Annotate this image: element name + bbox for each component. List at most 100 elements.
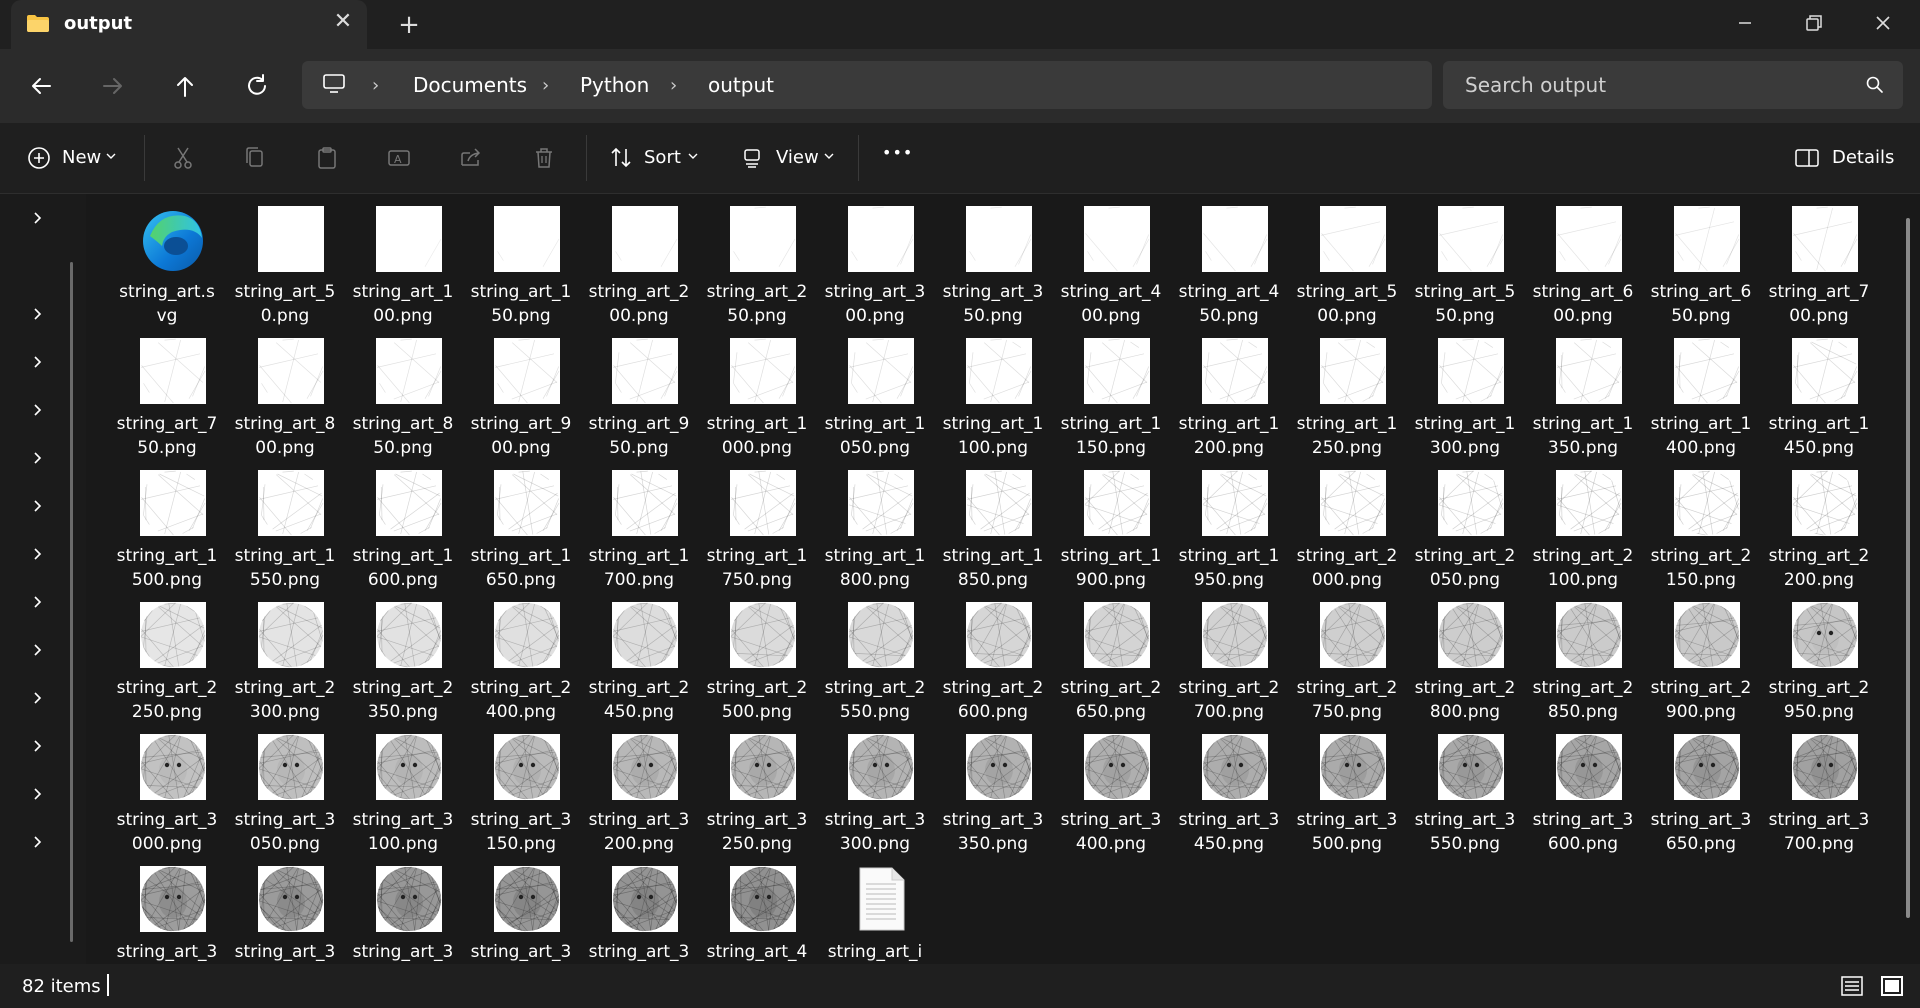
- expand-chevron-icon[interactable]: [30, 738, 46, 754]
- file-item[interactable]: string_art_3 250.png: [698, 722, 816, 854]
- file-item[interactable]: string_art_1 050.png: [816, 326, 934, 458]
- details-button[interactable]: Details: [1832, 147, 1894, 173]
- file-item[interactable]: string_art_3 100.png: [344, 722, 462, 854]
- expand-chevron-icon[interactable]: [30, 546, 46, 562]
- back-arrow-icon[interactable]: [26, 71, 56, 101]
- file-item[interactable]: string_art_2 700.png: [1170, 590, 1288, 722]
- file-item[interactable]: string_art_1 000.png: [698, 326, 816, 458]
- file-item[interactable]: string_art_2 550.png: [816, 590, 934, 722]
- file-item[interactable]: string_art_3 050.png: [226, 722, 344, 854]
- file-item[interactable]: string_art_2 800.png: [1406, 590, 1524, 722]
- rename-icon[interactable]: A: [386, 145, 412, 171]
- paste-icon[interactable]: [314, 145, 340, 171]
- tab-output[interactable]: output ✕: [11, 0, 367, 49]
- file-item[interactable]: string_art_3 350.png: [934, 722, 1052, 854]
- file-item[interactable]: string_art_2 100.png: [1524, 458, 1642, 590]
- file-item[interactable]: string_art_1 800.png: [816, 458, 934, 590]
- expand-chevron-icon[interactable]: [30, 402, 46, 418]
- expand-chevron-icon[interactable]: [30, 354, 46, 370]
- search-icon[interactable]: [1865, 75, 1885, 95]
- file-item[interactable]: string_art_1 00.png: [344, 194, 462, 326]
- new-button[interactable]: New: [62, 147, 101, 173]
- file-item[interactable]: string_art_5 0.png: [226, 194, 344, 326]
- file-item[interactable]: string_art_3: [462, 854, 580, 964]
- file-item[interactable]: string_art_2 450.png: [580, 590, 698, 722]
- content-scrollbar[interactable]: [1906, 218, 1910, 918]
- details-view-icon[interactable]: [1840, 974, 1864, 998]
- file-item[interactable]: string_art_6 00.png: [1524, 194, 1642, 326]
- file-item[interactable]: string_art_3 600.png: [1524, 722, 1642, 854]
- file-item[interactable]: string_art_2 500.png: [698, 590, 816, 722]
- file-item[interactable]: string_art_2 900.png: [1642, 590, 1760, 722]
- file-item[interactable]: string_art_1 950.png: [1170, 458, 1288, 590]
- file-item[interactable]: string_art_2 000.png: [1288, 458, 1406, 590]
- file-item[interactable]: string_art_1 850.png: [934, 458, 1052, 590]
- file-item[interactable]: string_art_7 50.png: [108, 326, 226, 458]
- expand-chevron-icon[interactable]: [30, 306, 46, 322]
- view-button[interactable]: View: [776, 147, 819, 173]
- file-item[interactable]: string_art_2 00.png: [580, 194, 698, 326]
- file-item[interactable]: string_art_3 300.png: [816, 722, 934, 854]
- file-item[interactable]: string_art_5 00.png: [1288, 194, 1406, 326]
- forward-arrow-icon[interactable]: [98, 71, 128, 101]
- file-item[interactable]: string_art_3 650.png: [1642, 722, 1760, 854]
- file-item[interactable]: string_art_3 550.png: [1406, 722, 1524, 854]
- file-item[interactable]: string_art_1 150.png: [1052, 326, 1170, 458]
- details-pane-icon[interactable]: [1794, 145, 1820, 171]
- file-item[interactable]: string_art_3 500.png: [1288, 722, 1406, 854]
- file-item[interactable]: string_art_2 350.png: [344, 590, 462, 722]
- file-item[interactable]: string_art_1 200.png: [1170, 326, 1288, 458]
- file-item[interactable]: string_art_2 150.png: [1642, 458, 1760, 590]
- share-icon[interactable]: [458, 145, 484, 171]
- file-item[interactable]: string_art_1 100.png: [934, 326, 1052, 458]
- copy-icon[interactable]: [242, 145, 268, 171]
- file-item[interactable]: string_art_2 600.png: [934, 590, 1052, 722]
- expand-chevron-icon[interactable]: [30, 834, 46, 850]
- more-options-button[interactable]: •••: [882, 143, 913, 169]
- file-item[interactable]: string_art_3 400.png: [1052, 722, 1170, 854]
- file-item[interactable]: string_art_6 50.png: [1642, 194, 1760, 326]
- expand-chevron-icon[interactable]: [30, 690, 46, 706]
- file-item[interactable]: string_art_1 650.png: [462, 458, 580, 590]
- file-item[interactable]: string_art_3 000.png: [108, 722, 226, 854]
- close-icon[interactable]: ✕: [331, 10, 355, 34]
- file-item[interactable]: string_art_5 50.png: [1406, 194, 1524, 326]
- file-item[interactable]: string_art_2 050.png: [1406, 458, 1524, 590]
- file-item[interactable]: string_art_7 00.png: [1760, 194, 1878, 326]
- file-item[interactable]: string_art_1 350.png: [1524, 326, 1642, 458]
- file-item[interactable]: string_art_9 50.png: [580, 326, 698, 458]
- file-item[interactable]: string_art_1 400.png: [1642, 326, 1760, 458]
- file-item[interactable]: string_art_1 500.png: [108, 458, 226, 590]
- file-item[interactable]: string_art_4 00.png: [1052, 194, 1170, 326]
- view-icon[interactable]: [740, 145, 766, 171]
- breadcrumb-output[interactable]: output: [708, 73, 774, 97]
- file-item[interactable]: string_art_i: [816, 854, 934, 964]
- file-item[interactable]: string_art_3: [226, 854, 344, 964]
- expand-chevron-icon[interactable]: [30, 786, 46, 802]
- file-item[interactable]: string_art_3 00.png: [816, 194, 934, 326]
- sort-icon[interactable]: [608, 145, 634, 171]
- file-item[interactable]: string_art_3 200.png: [580, 722, 698, 854]
- file-item[interactable]: string_art_1 600.png: [344, 458, 462, 590]
- file-item[interactable]: string_art_2 650.png: [1052, 590, 1170, 722]
- breadcrumb-documents[interactable]: Documents: [413, 73, 527, 97]
- file-item[interactable]: string_art_2 950.png: [1760, 590, 1878, 722]
- file-item[interactable]: string_art_4: [698, 854, 816, 964]
- breadcrumb-python[interactable]: Python: [580, 73, 649, 97]
- new-plus-circle-icon[interactable]: [26, 145, 52, 171]
- file-item[interactable]: string_art_8 50.png: [344, 326, 462, 458]
- expand-chevron-icon[interactable]: [30, 642, 46, 658]
- plus-icon[interactable]: +: [395, 11, 423, 39]
- expand-chevron-icon[interactable]: [30, 450, 46, 466]
- monitor-icon[interactable]: [322, 73, 346, 95]
- file-item[interactable]: string_art_3: [580, 854, 698, 964]
- file-item[interactable]: string_art_1 900.png: [1052, 458, 1170, 590]
- file-item[interactable]: string_art_2 250.png: [108, 590, 226, 722]
- file-item[interactable]: string_art_2 200.png: [1760, 458, 1878, 590]
- close-window-icon[interactable]: [1860, 8, 1906, 38]
- up-arrow-icon[interactable]: [170, 71, 200, 101]
- file-item[interactable]: string_art_1 750.png: [698, 458, 816, 590]
- expand-chevron-icon[interactable]: [30, 210, 46, 226]
- large-icons-view-icon[interactable]: [1880, 974, 1904, 998]
- file-item[interactable]: string_art_2 750.png: [1288, 590, 1406, 722]
